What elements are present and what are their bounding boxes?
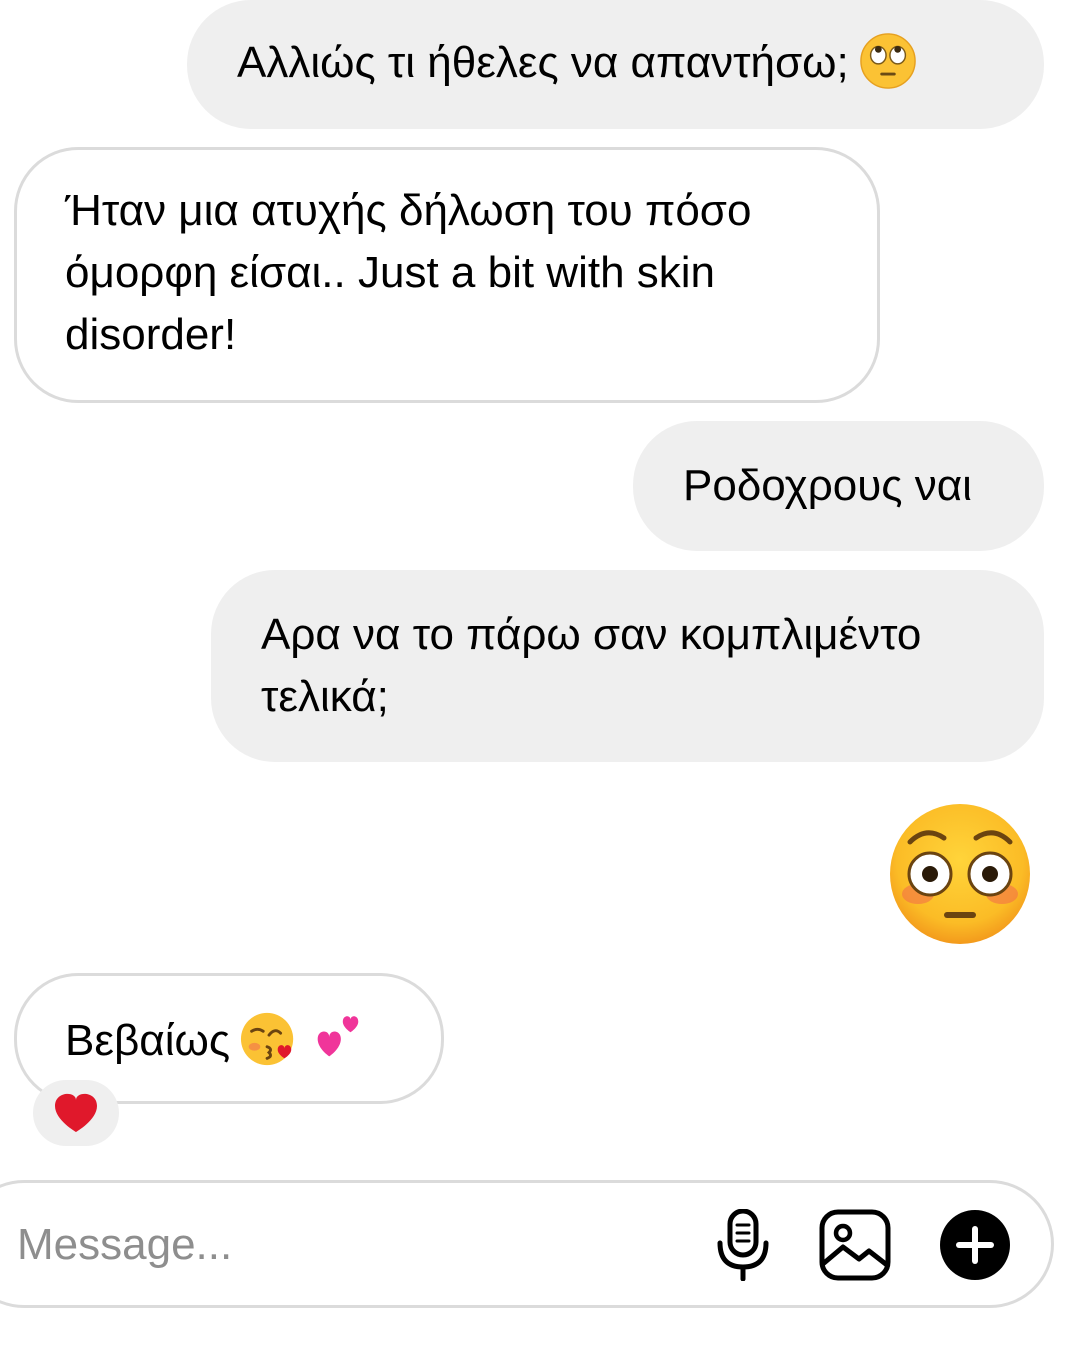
message-text: Ροδοχρους ναι [683,461,972,510]
message-composer [0,1180,1054,1308]
flushed-face-emoji-icon[interactable] [888,802,1032,946]
plus-icon [940,1210,1010,1280]
message-input[interactable] [17,1213,617,1277]
sent-message-bubble[interactable]: Αλλιώς τι ήθελες να απαντήσω; [187,0,1044,129]
message-text: Αρα να το πάρω σαν κομπλιμέντο τελικά; [261,610,934,721]
message-text: Ήταν μια ατυχής δήλωση του πόσο όμορφη ε… [65,186,764,359]
two-hearts-emoji-icon [317,1016,359,1057]
received-message-bubble[interactable]: Ήταν μια ατυχής δήλωση του πόσο όμορφη ε… [14,147,880,403]
face-blowing-kiss-emoji-icon [241,1013,294,1066]
message-text: Βεβαίως [65,1016,231,1065]
microphone-icon [717,1209,769,1281]
gallery-button[interactable] [817,1207,893,1283]
red-heart-icon [55,1093,97,1132]
sent-message-bubble[interactable]: Αρα να το πάρω σαν κομπλιμέντο τελικά; [211,570,1044,762]
message-text: Αλλιώς τι ήθελες να απαντήσω; [237,38,849,87]
sent-message-bubble[interactable]: Ροδοχρους ναι [633,421,1044,551]
gallery-icon [819,1209,891,1281]
plus-button[interactable] [937,1207,1013,1283]
heart-reaction-badge[interactable] [33,1080,119,1146]
microphone-button[interactable] [705,1207,781,1283]
rolling-eyes-emoji-icon [859,33,916,90]
